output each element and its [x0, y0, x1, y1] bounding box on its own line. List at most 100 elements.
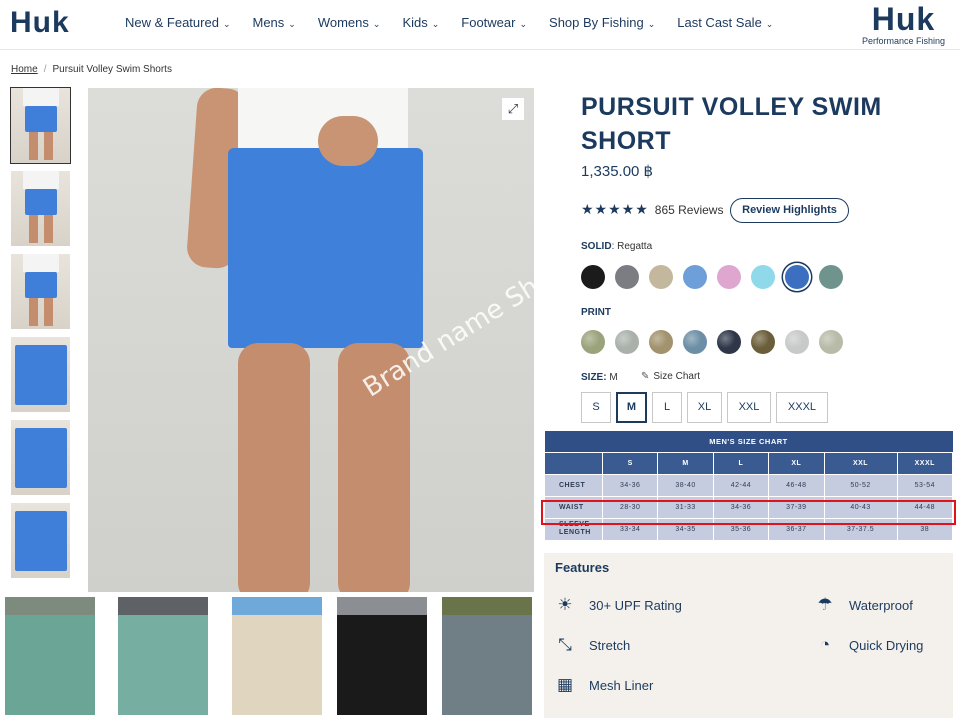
- feature-label: Quick Drying: [849, 637, 924, 653]
- review-highlights-button[interactable]: Review Highlights: [730, 198, 849, 223]
- site-header: Huk New & Featured ⌄ Mens ⌄ Womens ⌄ Kids ⌄ …: [0, 0, 960, 50]
- color-variant-image[interactable]: [5, 597, 95, 715]
- color-variant-image[interactable]: [442, 597, 532, 715]
- size-option-m[interactable]: M: [616, 392, 647, 423]
- main-nav: New & Featured ⌄ Mens ⌄ Womens ⌄ Kids ⌄ Foot…: [125, 15, 795, 30]
- features-title: Features: [555, 560, 610, 575]
- size-chart-col-header: M: [657, 451, 714, 475]
- nav-last-cast-sale[interactable]: Last Cast Sale ⌄: [677, 15, 773, 30]
- print-swatch[interactable]: [785, 330, 809, 354]
- breadcrumb: Home / Pursuit Volley Swim Shorts: [11, 64, 172, 75]
- print-label: PRINT: [581, 307, 611, 318]
- thumbnail-list: [10, 87, 71, 586]
- size-chart-col-header: L: [712, 451, 770, 475]
- product-title: PURSUIT VOLLEY SWIM SHORT: [581, 93, 882, 155]
- nav-label: Footwear: [461, 15, 516, 30]
- color-swatch[interactable]: [615, 265, 639, 289]
- size-chart-col-header: XL: [768, 451, 825, 475]
- size-chart-corner: [544, 451, 603, 475]
- color-variant-image[interactable]: [337, 597, 427, 715]
- table-cell: 50-52: [823, 473, 898, 497]
- feature-mesh-liner: ▦ Mesh Liner: [554, 674, 653, 696]
- logo-tagline: Performance Fishing: [861, 36, 945, 46]
- nav-mens[interactable]: Mens ⌄: [252, 15, 295, 30]
- size-chart-title: MEN'S SIZE CHART: [544, 431, 953, 452]
- nav-kids[interactable]: Kids ⌄: [402, 15, 439, 30]
- chevron-down-icon: ⌄: [519, 19, 528, 29]
- stretch-arrows-icon: ⤡: [558, 635, 572, 654]
- expand-icon[interactable]: ⤢: [502, 98, 524, 120]
- feature-waterproof: ☂ Waterproof: [814, 594, 913, 616]
- feature-stretch: ⤡ Stretch: [554, 634, 630, 656]
- nav-label: Womens: [317, 15, 369, 30]
- thumbnail-5[interactable]: [11, 420, 70, 495]
- thumbnail-4[interactable]: [11, 337, 70, 412]
- nav-footwear[interactable]: Footwear ⌄: [461, 15, 527, 30]
- color-swatch[interactable]: [819, 265, 843, 289]
- chevron-down-icon: ⌄: [431, 19, 440, 29]
- breadcrumb-separator: /: [43, 64, 47, 75]
- size-option-s[interactable]: S: [581, 392, 611, 423]
- print-swatch[interactable]: [581, 330, 605, 354]
- product-rating[interactable]: ★★★★★ 865 Reviews: [581, 201, 723, 218]
- color-swatch[interactable]: [717, 265, 741, 289]
- color-swatch[interactable]: [649, 265, 673, 289]
- main-product-image[interactable]: ⤢ Brand name Shop: [88, 88, 534, 592]
- feature-label: Mesh Liner: [589, 677, 654, 693]
- color-swatch[interactable]: [751, 265, 775, 289]
- color-swatch[interactable]: [581, 265, 605, 289]
- size-chart-link[interactable]: ✎ Size Chart: [641, 371, 700, 382]
- product-page: Huk New & Featured ⌄ Mens ⌄ Womens ⌄ Kids ⌄ …: [0, 0, 960, 720]
- size-options: S M L XL XXL XXXL: [581, 392, 833, 423]
- feature-label: Stretch: [589, 637, 631, 653]
- size-chart-row-chest: CHEST 34-36 38-40 42-44 46-48 50-52 53-5…: [544, 473, 954, 497]
- huk-performance-logo[interactable]: Huk Performance Fishing: [862, 2, 945, 46]
- print-swatch[interactable]: [649, 330, 673, 354]
- table-cell: 34-36: [601, 473, 659, 497]
- nav-label: New & Featured: [125, 15, 219, 30]
- selected-color: : Regatta: [611, 241, 653, 252]
- color-swatch[interactable]: [683, 265, 707, 289]
- color-variant-image[interactable]: [118, 597, 208, 715]
- thumbnail-6[interactable]: [11, 503, 70, 578]
- size-option-xxxl[interactable]: XXXL: [776, 392, 828, 423]
- size-chart-label: Size Chart: [653, 371, 701, 382]
- size-option-l[interactable]: L: [652, 392, 682, 423]
- nav-new-featured[interactable]: New & Featured ⌄: [125, 15, 230, 30]
- print-swatch[interactable]: [819, 330, 843, 354]
- nav-shop-by-fishing[interactable]: Shop By Fishing ⌄: [549, 15, 655, 30]
- color-variant-image[interactable]: [232, 597, 322, 715]
- review-count[interactable]: 865 Reviews: [655, 203, 724, 217]
- table-cell: 42-44: [712, 473, 770, 497]
- sun-icon: ☀: [557, 595, 573, 614]
- print-swatch[interactable]: [751, 330, 775, 354]
- thumbnail-1[interactable]: [10, 87, 71, 164]
- color-label: SOLID: Regatta: [581, 241, 652, 252]
- feature-label: Waterproof: [849, 597, 913, 613]
- logo-wordmark: Huk: [871, 1, 936, 37]
- selected-size: M: [609, 372, 618, 383]
- solid-color-swatches: [581, 265, 853, 289]
- huk-logo[interactable]: Huk: [10, 6, 70, 40]
- breadcrumb-home-link[interactable]: Home: [11, 64, 38, 75]
- color-type: SOLID: [581, 241, 612, 252]
- breadcrumb-current: Pursuit Volley Swim Shorts: [52, 64, 172, 75]
- table-cell: 46-48: [768, 473, 825, 497]
- nav-label: Shop By Fishing: [549, 15, 644, 30]
- size-option-xl[interactable]: XL: [687, 392, 722, 423]
- star-rating-icon: ★★★★★: [581, 201, 649, 217]
- thumbnail-2[interactable]: [11, 171, 70, 246]
- print-swatch[interactable]: [615, 330, 639, 354]
- thumbnail-3[interactable]: [11, 254, 70, 329]
- table-cell: 38-40: [657, 473, 714, 497]
- print-swatch[interactable]: [683, 330, 707, 354]
- size-option-xxl[interactable]: XXL: [727, 392, 771, 423]
- print-swatch[interactable]: [717, 330, 741, 354]
- feature-upf: ☀ 30+ UPF Rating: [554, 594, 682, 616]
- mesh-grid-icon: ▦: [556, 675, 574, 694]
- nav-womens[interactable]: Womens ⌄: [318, 15, 381, 30]
- size-label-text: SIZE:: [581, 372, 607, 383]
- feature-label: 30+ UPF Rating: [589, 597, 682, 613]
- chevron-down-icon: ⌄: [222, 19, 231, 29]
- color-swatch[interactable]: [785, 265, 809, 289]
